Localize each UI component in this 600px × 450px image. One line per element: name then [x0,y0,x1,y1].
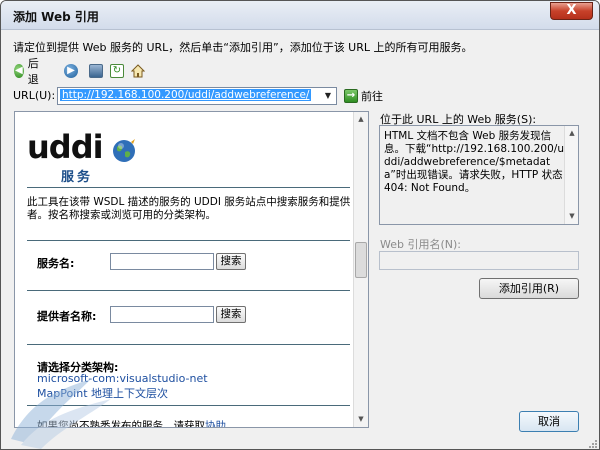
scroll-thumb[interactable] [355,242,367,278]
message-scrollbar[interactable]: ▲ ▼ [564,126,578,224]
window-title: 添加 Web 引用 [13,10,99,24]
title-bar: 添加 Web 引用 X [1,1,599,30]
add-reference-button[interactable]: 添加引用(R) [479,278,579,299]
scroll-down-icon[interactable]: ▼ [354,412,368,427]
watermark-icon [11,379,111,449]
go-label: 前往 [361,90,383,103]
close-button[interactable]: X [550,2,593,20]
back-button[interactable]: ◀ 后退 [14,57,43,86]
section-divider [27,290,350,291]
browser-scrollbar[interactable]: ▲ ▼ [353,112,368,427]
scroll-down-icon[interactable]: ▼ [565,209,579,224]
uddi-logo: uddi 服务 [27,124,157,185]
services-message: HTML 文档不包含 Web 服务发现信息。下载“http://192.168.… [384,130,564,194]
instruction-text: 请定位到提供 Web 服务的 URL，然后单击“添加引用”，添加位于该 URL … [13,41,473,54]
home-icon [131,64,145,78]
section-divider [27,344,350,345]
refresh-icon: ↻ [110,64,124,78]
ref-name-label: Web 引用名(N): [380,238,461,251]
back-arrow-icon: ◀ [14,64,24,78]
description-text: 此工具在该带 WSDL 描述的服务的 UDDI 服务站点中搜索服务和提供者。按名… [27,196,351,221]
help-link[interactable]: 协助。 [205,420,237,427]
provider-name-label: 提供者名称: [37,310,97,323]
provider-search-button[interactable]: 搜索 [216,306,246,323]
stop-icon [89,64,103,78]
service-name-label: 服务名: [37,257,75,270]
add-web-reference-dialog: 添加 Web 引用 X 请定位到提供 Web 服务的 URL，然后单击“添加引用… [0,0,600,450]
section-divider [27,240,350,241]
forward-button[interactable]: ▶ [64,61,78,81]
scroll-up-icon[interactable]: ▲ [354,112,368,127]
url-combobox[interactable]: http://192.168.100.200/uddi/addwebrefere… [57,87,337,105]
dropdown-arrow-icon[interactable]: ▼ [320,88,336,104]
go-arrow-icon: → [344,89,358,103]
go-button[interactable]: → 前往 [344,88,383,104]
forward-arrow-icon: ▶ [64,64,78,78]
logo-word: uddi [27,128,104,166]
url-label: URL(U): [13,89,56,102]
stop-button[interactable] [89,61,103,81]
service-search-button[interactable]: 搜索 [216,253,246,270]
back-label: 后退 [27,57,39,86]
ref-name-input[interactable] [379,251,579,270]
url-input[interactable]: http://192.168.100.200/uddi/addwebrefere… [60,89,312,101]
header-divider [27,187,350,188]
resize-grip-icon[interactable] [586,437,598,449]
logo-subtitle: 服务 [61,170,94,185]
refresh-button[interactable]: ↻ [110,61,124,81]
service-name-input[interactable] [110,253,214,270]
services-message-box: HTML 文档不包含 Web 服务发现信息。下载“http://192.168.… [379,125,579,225]
provider-name-input[interactable] [110,306,214,323]
scroll-up-icon[interactable]: ▲ [565,126,579,141]
cancel-button[interactable]: 取消 [519,411,579,432]
home-button[interactable] [131,61,145,81]
globe-icon [113,139,135,162]
